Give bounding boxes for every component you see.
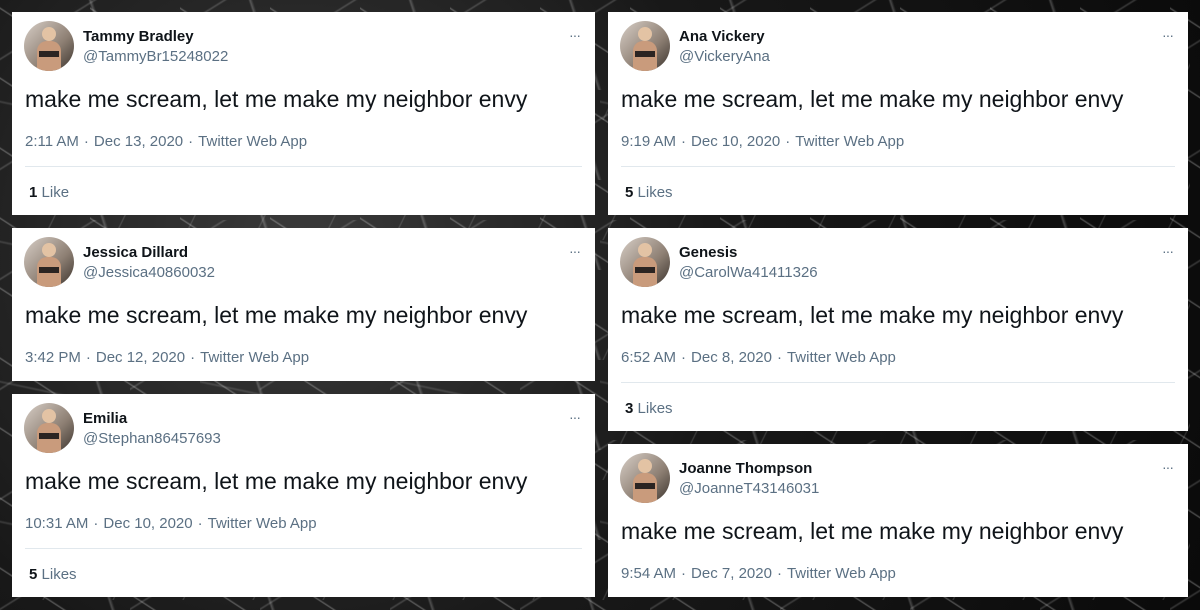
- likes-label: Likes: [637, 400, 673, 417]
- tweet-meta: 9:54 AM · Dec 7, 2020 · Twitter Web App: [621, 565, 896, 582]
- likes-label: Likes: [637, 184, 673, 201]
- tweet-date[interactable]: Dec 10, 2020: [691, 133, 780, 150]
- tweet-card[interactable]: Tammy Bradley @TammyBr15248022 ··· make …: [12, 12, 595, 215]
- author-name[interactable]: Tammy Bradley: [83, 28, 194, 45]
- avatar[interactable]: [620, 453, 670, 503]
- tweet-time[interactable]: 2:11 AM: [25, 133, 79, 150]
- separator: ·: [785, 133, 791, 150]
- tweet-card[interactable]: Ana Vickery @VickeryAna ··· make me scre…: [608, 12, 1188, 215]
- divider: [25, 548, 582, 549]
- more-options-icon[interactable]: ···: [569, 410, 581, 424]
- separator: ·: [681, 349, 687, 366]
- more-options-icon[interactable]: ···: [1162, 460, 1174, 474]
- tweet-source[interactable]: Twitter Web App: [787, 349, 896, 366]
- tweet-date[interactable]: Dec 7, 2020: [691, 565, 772, 582]
- separator: ·: [197, 515, 203, 532]
- tweet-source[interactable]: Twitter Web App: [795, 133, 904, 150]
- author-handle[interactable]: @VickeryAna: [679, 48, 770, 65]
- likes-count[interactable]: 5 Likes: [625, 184, 673, 201]
- separator: ·: [188, 133, 194, 150]
- tweet-time[interactable]: 9:54 AM: [621, 565, 676, 582]
- tweet-meta: 6:52 AM · Dec 8, 2020 · Twitter Web App: [621, 349, 896, 366]
- tweet-card[interactable]: Joanne Thompson @JoanneT43146031 ··· mak…: [608, 444, 1188, 597]
- likes-number: 5: [625, 184, 634, 201]
- tweet-time[interactable]: 3:42 PM: [25, 349, 81, 366]
- avatar[interactable]: [620, 21, 670, 71]
- more-options-icon[interactable]: ···: [1162, 244, 1174, 258]
- separator: ·: [681, 133, 687, 150]
- author-handle[interactable]: @Jessica40860032: [83, 264, 215, 281]
- tweet-text: make me scream, let me make my neighbor …: [621, 518, 1124, 544]
- divider: [621, 166, 1175, 167]
- tweet-meta: 2:11 AM · Dec 13, 2020 · Twitter Web App: [25, 133, 307, 150]
- likes-count[interactable]: 5 Likes: [29, 566, 77, 583]
- likes-number: 5: [29, 566, 38, 583]
- author-name[interactable]: Emilia: [83, 410, 127, 427]
- tweet-time[interactable]: 6:52 AM: [621, 349, 676, 366]
- more-options-icon[interactable]: ···: [1162, 28, 1174, 42]
- author-name[interactable]: Joanne Thompson: [679, 460, 812, 477]
- tweet-source[interactable]: Twitter Web App: [787, 565, 896, 582]
- separator: ·: [190, 349, 196, 366]
- tweet-meta: 3:42 PM · Dec 12, 2020 · Twitter Web App: [25, 349, 309, 366]
- author-name[interactable]: Ana Vickery: [679, 28, 765, 45]
- tweet-source[interactable]: Twitter Web App: [200, 349, 309, 366]
- likes-count[interactable]: 1 Like: [29, 184, 69, 201]
- avatar[interactable]: [24, 403, 74, 453]
- author-handle[interactable]: @Stephan86457693: [83, 430, 221, 447]
- tweet-text: make me scream, let me make my neighbor …: [25, 86, 528, 112]
- tweet-text: make me scream, let me make my neighbor …: [621, 86, 1124, 112]
- tweet-text: make me scream, let me make my neighbor …: [25, 468, 528, 494]
- author-handle[interactable]: @CarolWa41411326: [679, 264, 818, 281]
- avatar[interactable]: [24, 237, 74, 287]
- separator: ·: [776, 565, 782, 582]
- separator: ·: [681, 565, 687, 582]
- tweet-date[interactable]: Dec 13, 2020: [94, 133, 183, 150]
- tweet-source[interactable]: Twitter Web App: [208, 515, 317, 532]
- tweet-meta: 9:19 AM · Dec 10, 2020 · Twitter Web App: [621, 133, 904, 150]
- author-handle[interactable]: @JoanneT43146031: [679, 480, 819, 497]
- likes-number: 3: [625, 400, 634, 417]
- divider: [621, 382, 1175, 383]
- likes-count[interactable]: 3 Likes: [625, 400, 673, 417]
- likes-number: 1: [29, 184, 38, 201]
- tweet-meta: 10:31 AM · Dec 10, 2020 · Twitter Web App: [25, 515, 317, 532]
- likes-label: Like: [41, 184, 70, 201]
- tweet-text: make me scream, let me make my neighbor …: [621, 302, 1124, 328]
- tweet-time[interactable]: 10:31 AM: [25, 515, 88, 532]
- avatar[interactable]: [24, 21, 74, 71]
- separator: ·: [83, 133, 89, 150]
- tweet-date[interactable]: Dec 8, 2020: [691, 349, 772, 366]
- tweet-time[interactable]: 9:19 AM: [621, 133, 676, 150]
- separator: ·: [93, 515, 99, 532]
- tweet-card[interactable]: Jessica Dillard @Jessica40860032 ··· mak…: [12, 228, 595, 381]
- tweet-card[interactable]: Emilia @Stephan86457693 ··· make me scre…: [12, 394, 595, 597]
- tweet-date[interactable]: Dec 12, 2020: [96, 349, 185, 366]
- author-name[interactable]: Jessica Dillard: [83, 244, 188, 261]
- more-options-icon[interactable]: ···: [569, 28, 581, 42]
- tweet-source[interactable]: Twitter Web App: [198, 133, 307, 150]
- more-options-icon[interactable]: ···: [569, 244, 581, 258]
- tweet-date[interactable]: Dec 10, 2020: [103, 515, 192, 532]
- author-name[interactable]: Genesis: [679, 244, 737, 261]
- likes-label: Likes: [41, 566, 77, 583]
- tweet-card[interactable]: Genesis @CarolWa41411326 ··· make me scr…: [608, 228, 1188, 431]
- divider: [25, 166, 582, 167]
- separator: ·: [776, 349, 782, 366]
- separator: ·: [85, 349, 91, 366]
- avatar[interactable]: [620, 237, 670, 287]
- tweet-text: make me scream, let me make my neighbor …: [25, 302, 528, 328]
- author-handle[interactable]: @TammyBr15248022: [83, 48, 228, 65]
